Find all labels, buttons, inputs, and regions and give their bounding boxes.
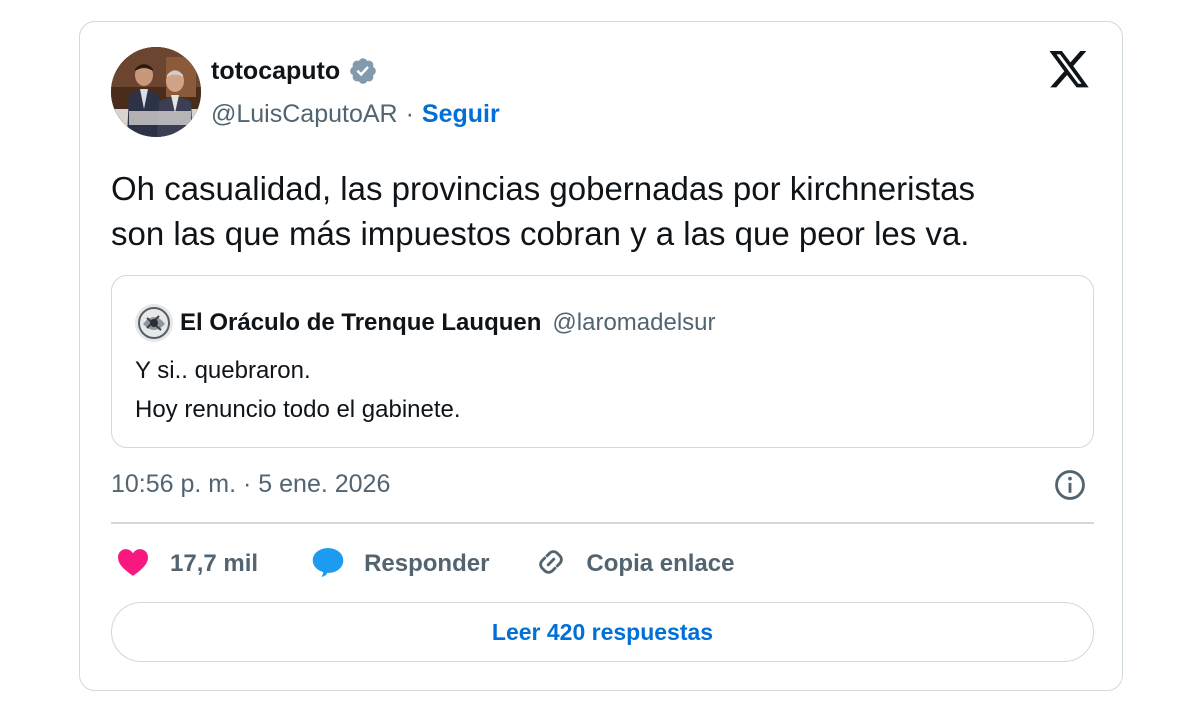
author-avatar[interactable] [111, 47, 201, 137]
quoted-author-name: El Oráculo de Trenque Lauquen [180, 309, 542, 336]
link-icon [534, 545, 568, 584]
tweet-text: Oh casualidad, las provincias gobernadas… [111, 166, 1101, 256]
author-handle-row: @LuisCaputoAR · Seguir [211, 100, 500, 129]
copy-link-label: Copia enlace [586, 550, 735, 577]
quoted-text-line-2: Hoy renuncio todo el gabinete. [135, 396, 461, 423]
reply-button[interactable]: Responder [310, 546, 489, 583]
like-count: 17,7 mil [170, 550, 259, 577]
embedded-tweet-card: totocaputo @LuisCaputoAR · Seguir Oh cas… [79, 21, 1123, 691]
like-button[interactable]: 17,7 mil [116, 547, 258, 582]
quoted-tweet-header: El Oráculo de Trenque Lauquen @laromadel… [135, 304, 716, 342]
author-name-row: totocaputo [211, 56, 378, 86]
action-bar: 17,7 mil Responder Copia enlace [116, 544, 734, 584]
follow-link[interactable]: Seguir [422, 100, 500, 129]
author-handle[interactable]: @LuisCaputoAR [211, 100, 398, 129]
handle-separator: · [405, 100, 414, 128]
info-icon[interactable] [1053, 468, 1087, 502]
verified-badge-icon [348, 56, 378, 86]
x-logo-icon[interactable] [1047, 51, 1091, 91]
author-display-name[interactable]: totocaputo [211, 57, 340, 86]
copy-link-button[interactable]: Copia enlace [534, 545, 734, 584]
reply-label: Responder [364, 550, 490, 577]
tweet-text-line-2: son las que más impuestos cobran y a las… [111, 215, 970, 252]
speech-bubble-icon [310, 546, 346, 583]
divider [111, 522, 1094, 524]
read-replies-button[interactable]: Leer 420 respuestas [111, 602, 1094, 662]
quoted-author-handle: @laromadelsur [552, 309, 716, 336]
tweet-timestamp[interactable]: 10:56 p. m. · 5 ene. 2026 [111, 470, 390, 499]
tweet-text-line-1: Oh casualidad, las provincias gobernadas… [111, 170, 975, 207]
quoted-author-avatar [135, 304, 173, 342]
quoted-text-line-1: Y si.. quebraron. [135, 357, 311, 384]
quoted-tweet[interactable]: El Oráculo de Trenque Lauquen @laromadel… [111, 275, 1094, 448]
heart-icon [116, 547, 150, 582]
